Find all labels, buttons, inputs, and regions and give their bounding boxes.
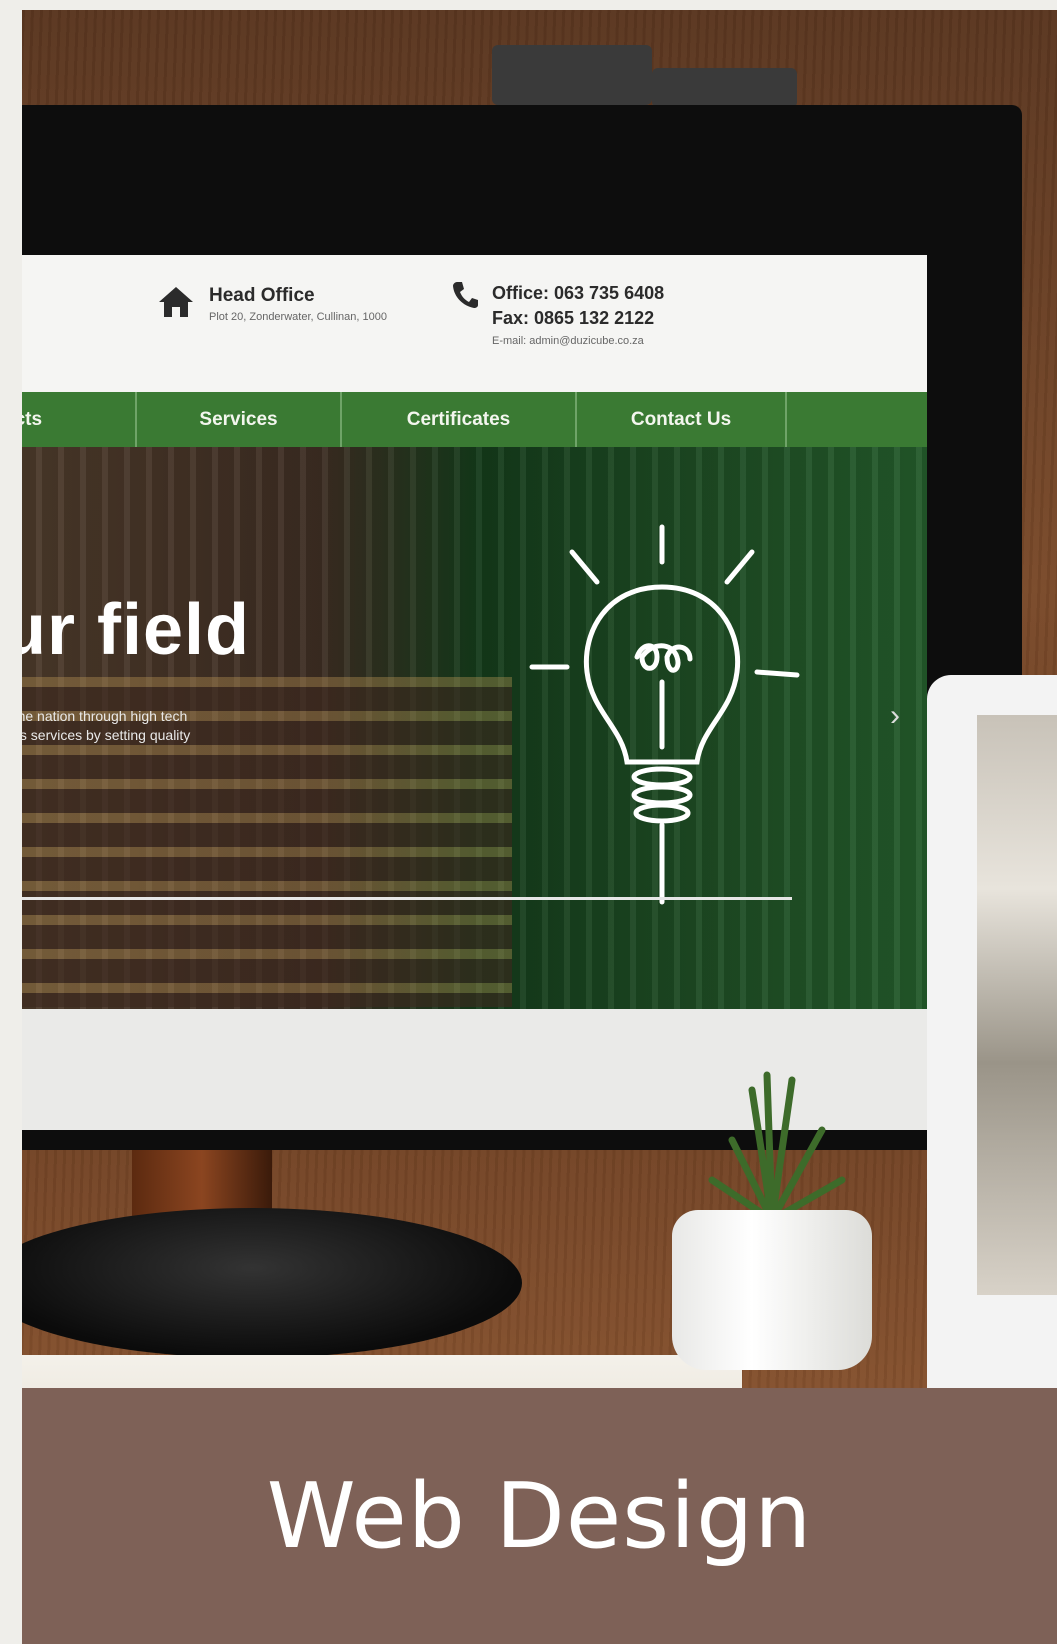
lightbulb-icon: [529, 524, 800, 905]
mockup-photo: Head Office Plot 20, Zonderwater, Cullin…: [22, 10, 1057, 1455]
plant-pot: [672, 1210, 872, 1370]
carousel-next-icon[interactable]: ›: [890, 699, 900, 733]
caption-banner: Web Design: [22, 1388, 1057, 1644]
fax-number: Fax: 0865 132 2122: [492, 308, 655, 328]
hero-subtitle: e the nation through high tech lass serv…: [22, 707, 262, 745]
head-office-address: Plot 20, Zonderwater, Cullinan, 1000: [209, 311, 387, 323]
hero-title: ur field: [22, 590, 251, 670]
plant-decor: [708, 1071, 846, 1224]
monitor-stand-base: [22, 1208, 522, 1358]
site-nav: ects Services Certificates Contact Us: [22, 392, 927, 447]
hero-banner: ur field e the nation through high tech …: [22, 447, 927, 1009]
email-address: E-mail: admin@duzicube.co.za: [492, 335, 644, 347]
hero-subtitle-line: lass services by setting quality: [22, 727, 191, 743]
hero-divider-line: [22, 897, 792, 900]
phone-icon: [453, 282, 478, 308]
monitor: Head Office Plot 20, Zonderwater, Cullin…: [22, 105, 1022, 1150]
hero-subtitle-line: e the nation through high tech: [22, 708, 188, 724]
nav-item-services[interactable]: Services: [137, 392, 342, 447]
nav-item-certificates[interactable]: Certificates: [342, 392, 577, 447]
shelf-decor: [492, 45, 652, 105]
head-office-title: Head Office: [209, 285, 315, 306]
office-phone: Office: 063 735 6408: [492, 283, 665, 303]
laptop-screen: [977, 715, 1057, 1295]
nav-item-projects[interactable]: ects: [22, 392, 137, 447]
website-screen: Head Office Plot 20, Zonderwater, Cullin…: [22, 255, 927, 1130]
site-topbar: Head Office Plot 20, Zonderwater, Cullin…: [22, 255, 927, 392]
shelf-decor: [652, 68, 797, 108]
head-office-block: Head Office Plot 20, Zonderwater, Cullin…: [157, 285, 429, 324]
nav-item-contact-us[interactable]: Contact Us: [577, 392, 787, 447]
home-icon: [159, 287, 193, 317]
contact-block: Office: 063 735 6408 Fax: 0865 132 2122 …: [452, 281, 664, 348]
caption-title: Web Design: [266, 1463, 813, 1569]
